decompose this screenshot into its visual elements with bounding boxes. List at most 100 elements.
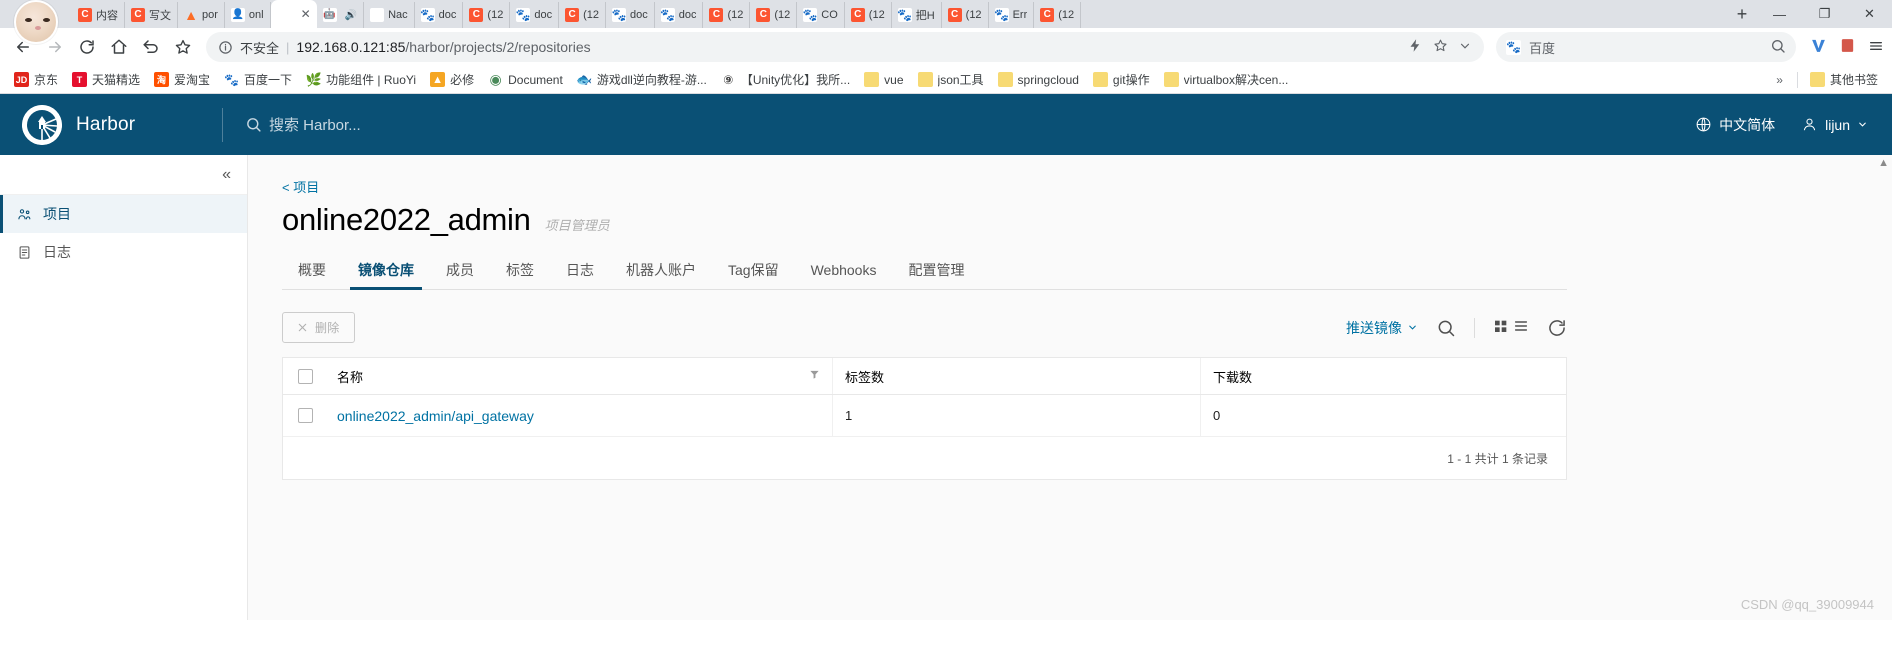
project-tab[interactable]: 机器人账户 (610, 252, 712, 289)
profile-button[interactable] (0, 0, 72, 44)
filter-icon[interactable] (809, 369, 820, 383)
browser-tab[interactable]: ∞ Nac (364, 2, 415, 28)
browser-tab[interactable]: 🐾 CO (797, 2, 845, 28)
project-tab[interactable]: 标签 (490, 252, 550, 289)
bookmark-item[interactable]: vue (858, 69, 909, 90)
bookmark-item[interactable]: springcloud (992, 69, 1085, 90)
column-header-name[interactable]: 名称 (327, 367, 832, 386)
home-button[interactable] (104, 32, 134, 62)
address-bar[interactable]: 不安全 | 192.168.0.121:85/harbor/projects/2… (206, 32, 1484, 62)
baidu-icon: 🐾 (897, 8, 913, 22)
bookmark-item[interactable]: ◉ Document (482, 69, 569, 90)
history-back-icon[interactable] (136, 32, 166, 62)
reload-button[interactable] (72, 32, 102, 62)
bookmarks-overflow-button[interactable]: » (1768, 73, 1791, 87)
bookmark-label: 【Unity优化】我所... (740, 73, 851, 87)
bookmark-star-icon[interactable] (168, 32, 198, 62)
column-header-downloads[interactable]: 下载数 (1200, 358, 1566, 394)
bookmarks-bar: JD 京东 T 天猫精选淘爱淘宝 🐾 百度一下 🌿 功能组件 | RuoYi ▲ 必修 ◉ Docum… (0, 66, 1892, 94)
maximize-button[interactable]: ❐ (1802, 0, 1847, 28)
bookmark-item[interactable]: ⑨ 【Unity优化】我所... (715, 68, 856, 91)
tab-label: (12 (727, 9, 744, 21)
harbor-header: Harbor 搜索 Harbor... 中文简体 lijun (0, 94, 1892, 155)
project-tab[interactable]: 日志 (550, 252, 610, 289)
browser-tab[interactable]: C 写文 (125, 2, 178, 28)
harbor-logo-icon (22, 104, 62, 145)
list-view-icon[interactable] (1513, 318, 1529, 337)
star-icon[interactable] (1433, 38, 1448, 56)
tab-close-icon[interactable]: ✕ (301, 7, 311, 21)
browser-tab[interactable]: 👤 onl (225, 2, 271, 28)
browser-tab[interactable]: Ⓘ ✕ (270, 0, 317, 28)
browser-tab[interactable]: 🐾 doc (606, 2, 655, 28)
column-label: 标签数 (845, 369, 885, 385)
pdf-extension-icon[interactable] (1839, 37, 1856, 57)
new-tab-button[interactable]: + (1727, 0, 1757, 28)
bookmark-item[interactable]: git操作 (1087, 68, 1156, 91)
browser-tab[interactable]: 🐾 doc (655, 2, 704, 28)
extension-v-icon[interactable] (1810, 37, 1827, 57)
project-tab[interactable]: 概要 (282, 252, 342, 289)
browser-tab[interactable]: C (12 (750, 2, 798, 28)
bookmark-item[interactable]: T 天猫精选 (66, 68, 146, 91)
repository-link[interactable]: online2022_admin/api_gateway (337, 408, 534, 424)
select-all-checkbox[interactable] (283, 368, 327, 384)
avatar[interactable] (14, 0, 58, 44)
bookmark-item[interactable]: 🌿 功能组件 | RuoYi (300, 68, 422, 91)
project-tab[interactable]: 配置管理 (892, 252, 980, 289)
browser-tab[interactable]: 🐾 doc (415, 2, 464, 28)
harbor-search[interactable]: 搜索 Harbor... (223, 114, 361, 135)
delete-button[interactable]: 删除 (282, 312, 355, 343)
search-repositories-icon[interactable] (1436, 318, 1456, 338)
sidebar-collapse-button[interactable]: « (0, 155, 247, 195)
browser-tab[interactable]: C (12 (845, 2, 892, 28)
close-window-button[interactable]: ✕ (1847, 0, 1892, 28)
bookmark-item[interactable]: 🐾 百度一下 (218, 68, 298, 91)
project-tab[interactable]: 成员 (430, 252, 490, 289)
bookmark-item[interactable]: JD 京东 (8, 68, 64, 91)
browser-search-box[interactable]: 🐾 百度 (1496, 32, 1796, 62)
browser-tab[interactable]: 🤖 🔊 (317, 2, 365, 28)
browser-tab[interactable]: 🐾 doc (510, 2, 560, 28)
browser-tab[interactable]: C (12 (559, 2, 606, 28)
sidebar-item-projects[interactable]: 项目 (0, 195, 247, 233)
browser-tab[interactable]: C (12 (942, 2, 989, 28)
baidu-icon: 🐾 (1506, 39, 1521, 55)
bookmark-item[interactable]: ▲ 必修 (424, 68, 480, 91)
browser-tab[interactable]: C (12 (1034, 2, 1082, 28)
refresh-icon[interactable] (1547, 318, 1567, 338)
row-checkbox[interactable] (283, 408, 327, 423)
bookmark-item[interactable]: 淘爱淘宝 (148, 68, 216, 91)
chevron-down-icon[interactable] (1458, 39, 1472, 56)
browser-tab[interactable]: 🐾 把H (892, 2, 942, 28)
bookmark-item[interactable]: json工具 (912, 68, 990, 91)
browser-tab[interactable]: C (12 (463, 2, 511, 28)
tabs-list: C 内容 C 写文 ▲ por 👤 onl Ⓘ ✕ 🤖 🔊 ∞ Nac 🐾 doc C (12 🐾 doc C (12 🐾 d… (72, 0, 1727, 28)
bookmark-label: 游戏dll逆向教程-游... (596, 73, 707, 87)
other-bookmarks-item[interactable]: 其他书签 (1804, 68, 1884, 91)
user-menu[interactable]: lijun (1801, 116, 1868, 133)
lightning-icon[interactable] (1408, 38, 1423, 56)
grid-view-icon[interactable] (1493, 318, 1509, 337)
push-image-button[interactable]: 推送镜像 (1346, 318, 1418, 338)
bookmark-item[interactable]: virtualbox解决cen... (1158, 68, 1295, 91)
browser-tab[interactable]: C 内容 (72, 2, 125, 28)
language-selector[interactable]: 中文简体 (1695, 115, 1775, 135)
sidebar-item-logs[interactable]: 日志 (0, 233, 247, 271)
browser-tab[interactable]: 🐾 Err (989, 2, 1035, 28)
project-tab[interactable]: 镜像仓库 (342, 252, 430, 290)
column-header-tags[interactable]: 标签数 (832, 358, 1200, 394)
browser-tab[interactable]: ▲ por (178, 2, 225, 28)
tab-audio-icon[interactable]: 🔊 (345, 10, 357, 21)
browser-tab[interactable]: C (12 (703, 2, 751, 28)
menu-icon[interactable] (1868, 38, 1884, 57)
bookmark-item[interactable]: 🐟 游戏dll逆向教程-游... (571, 68, 713, 91)
table-row[interactable]: online2022_admin/api_gateway 1 0 (283, 395, 1566, 437)
project-tab[interactable]: Tag保留 (712, 252, 795, 289)
minimize-button[interactable]: — (1757, 0, 1802, 28)
project-tab[interactable]: Webhooks (795, 254, 893, 287)
info-icon[interactable] (218, 40, 233, 55)
breadcrumb[interactable]: < 项目 (282, 177, 1892, 196)
scroll-up-arrow[interactable]: ▲ (1878, 157, 1889, 169)
search-icon[interactable] (1770, 38, 1786, 57)
